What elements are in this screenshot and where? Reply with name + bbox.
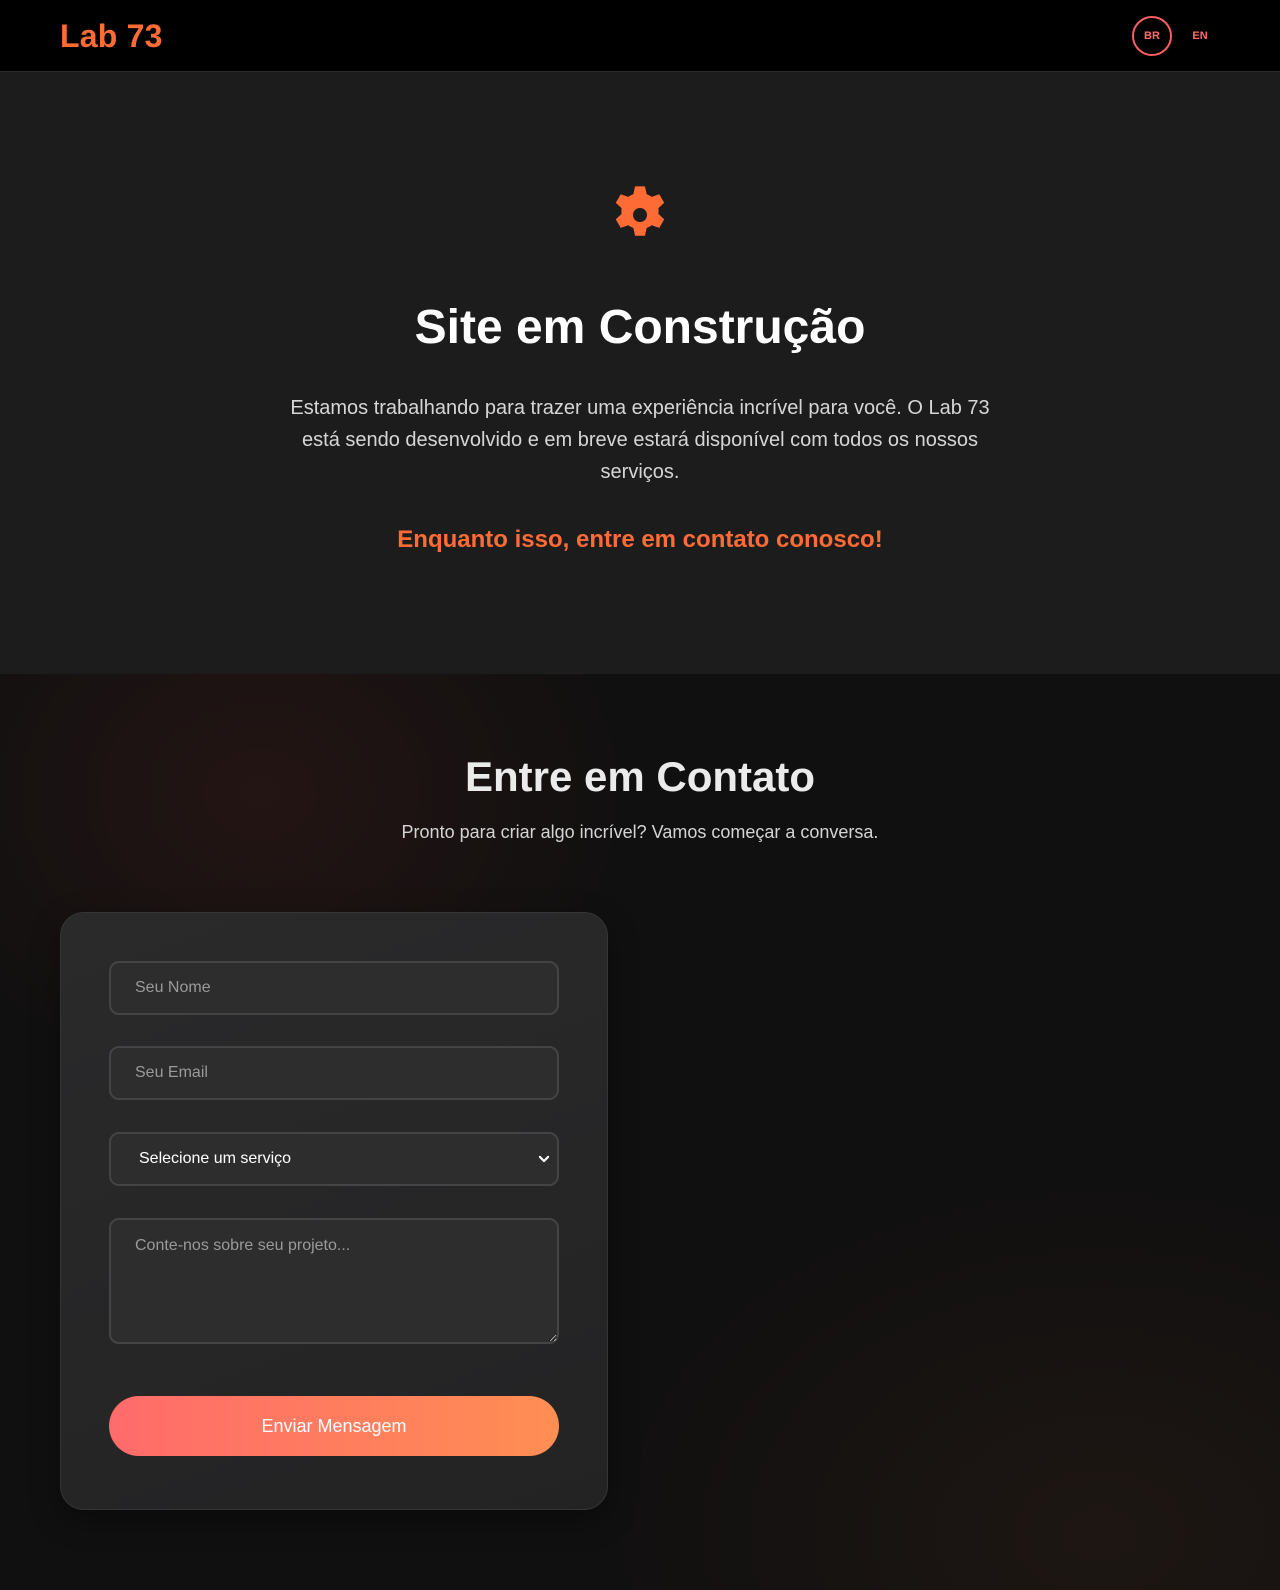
site-header: Lab 73 BR EN bbox=[0, 0, 1280, 72]
hero-section: Site em Construção Estamos trabalhando p… bbox=[0, 72, 1280, 674]
submit-button[interactable]: Enviar Mensagem bbox=[109, 1396, 559, 1456]
hero-description: Estamos trabalhando para trazer uma expe… bbox=[290, 397, 990, 483]
hero-cta-text: Enquanto isso, entre em contato conosco! bbox=[397, 526, 883, 553]
page-title: Site em Construção bbox=[414, 301, 866, 354]
gear-icon bbox=[615, 186, 665, 236]
lang-br-button[interactable]: BR bbox=[1132, 16, 1172, 56]
email-input[interactable] bbox=[109, 1046, 559, 1100]
contact-form: Selecione um serviço Enviar Mensagem bbox=[60, 912, 608, 1510]
contact-section: Entre em Contato Pronto para criar algo … bbox=[0, 674, 1280, 1590]
name-input[interactable] bbox=[109, 961, 559, 1015]
lang-en-button[interactable]: EN bbox=[1186, 16, 1214, 56]
service-select-value: Selecione um serviço bbox=[139, 1150, 292, 1167]
contact-subtitle: Pronto para criar algo incrível? Vamos c… bbox=[401, 822, 879, 842]
message-textarea[interactable] bbox=[109, 1218, 559, 1344]
chevron-down-icon bbox=[538, 1155, 550, 1163]
service-select[interactable]: Selecione um serviço bbox=[109, 1132, 559, 1186]
logo[interactable]: Lab 73 bbox=[60, 16, 163, 56]
contact-title: Entre em Contato bbox=[464, 753, 816, 800]
